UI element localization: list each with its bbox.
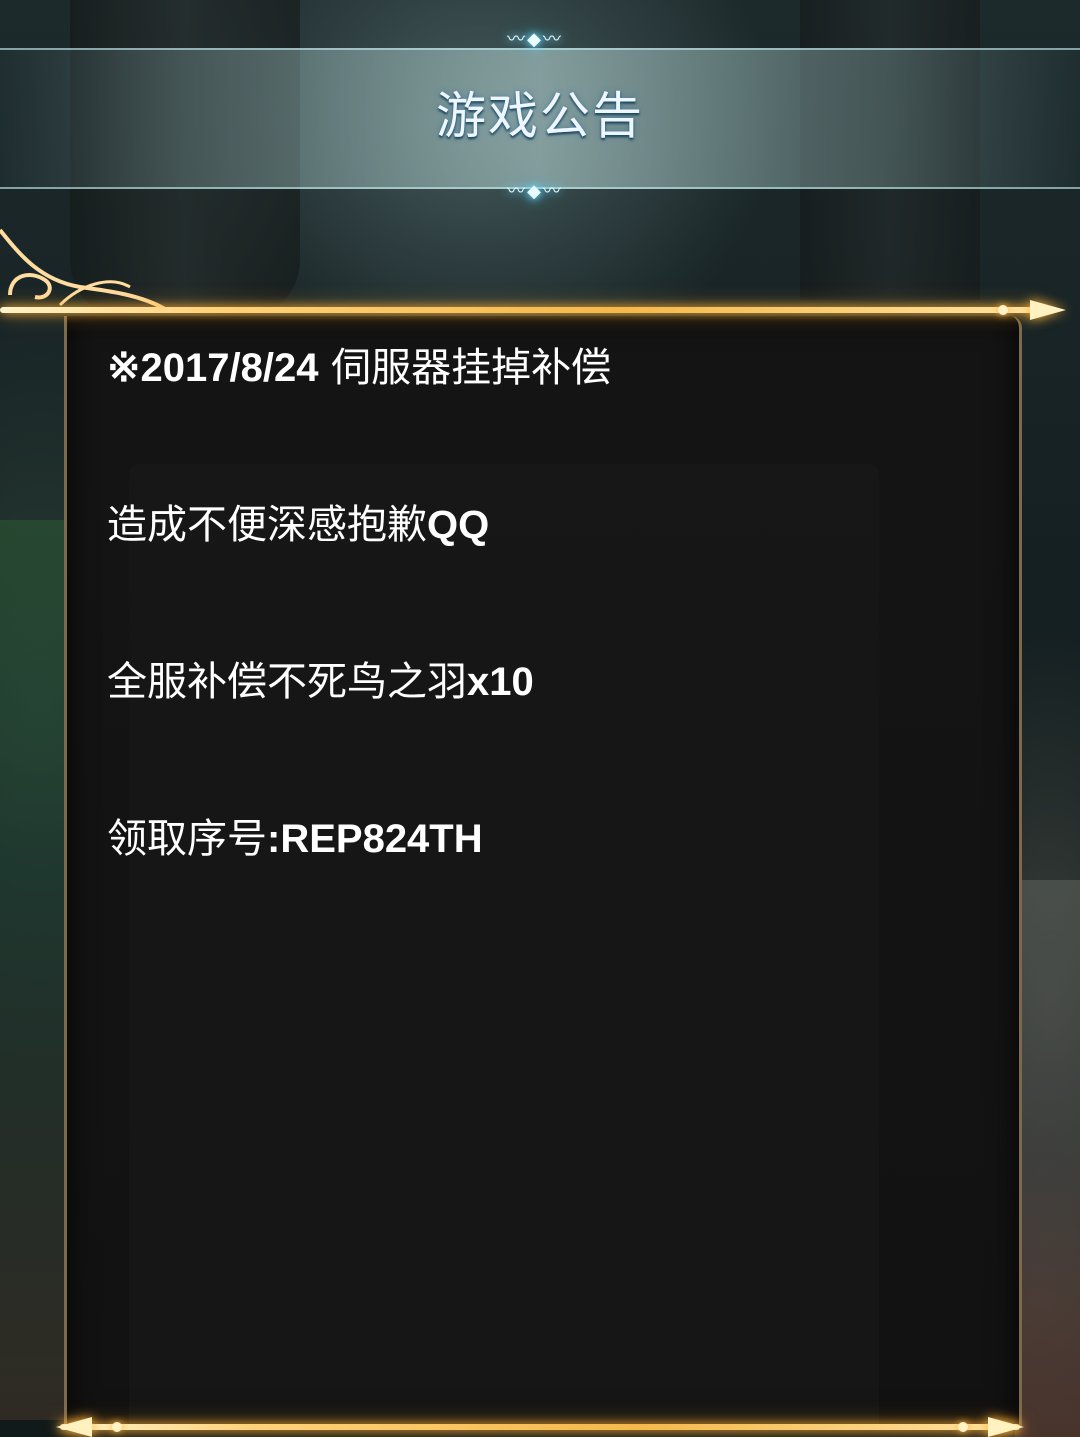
announcement-text: ※2017/8/24 伺服器挂掉补偿 造成不便深感抱歉QQ 全服补偿不死鸟之羽x… [107, 340, 987, 968]
background-foliage [0, 520, 70, 1420]
frame-jewel-icon [958, 1422, 968, 1432]
frame-arrow-icon [988, 1417, 1024, 1437]
reference-mark: ※ [107, 346, 141, 390]
announcement-line-text: 造成不便深感抱歉 [107, 502, 427, 548]
announcement-line-text: 伺服器挂掉补偿 [318, 345, 612, 391]
frame-jewel-icon [112, 1422, 122, 1432]
ornament-icon: 〰◆〰 [507, 29, 563, 50]
corner-swirl-icon [0, 228, 166, 310]
frame-bottom-border [60, 1424, 1020, 1430]
frame-arrow-icon [1030, 300, 1066, 320]
announcement-date: 2017/8/24 [140, 346, 319, 390]
announcement-line-text: 全服补偿不死鸟之羽 [107, 659, 467, 705]
game-screen: 〰◆〰 游戏公告 〰◆〰 ※2017/8/24 伺服器挂掉补偿 造成不便深感抱歉… [0, 0, 1080, 1437]
announcement-line[interactable]: 领取序号:REP824TH [107, 811, 987, 867]
announcement-line: ※2017/8/24 伺服器挂掉补偿 [107, 340, 987, 396]
background-rocks [1015, 880, 1080, 1437]
frame-jewel-icon [998, 305, 1008, 315]
announcement-line-emphasis: QQ [427, 503, 490, 547]
ornament-icon: 〰◆〰 [507, 181, 563, 202]
announcement-line-text: 领取序号 [107, 816, 267, 862]
reward-quantity: x10 [467, 660, 534, 704]
announcement-line: 全服补偿不死鸟之羽x10 [107, 654, 987, 710]
redeem-code[interactable]: :REP824TH [267, 817, 483, 861]
frame-arrow-icon [56, 1417, 92, 1437]
announcement-line: 造成不便深感抱歉QQ [107, 497, 987, 553]
dialog-title: 游戏公告 [436, 87, 644, 145]
frame-top-border [0, 307, 1040, 313]
